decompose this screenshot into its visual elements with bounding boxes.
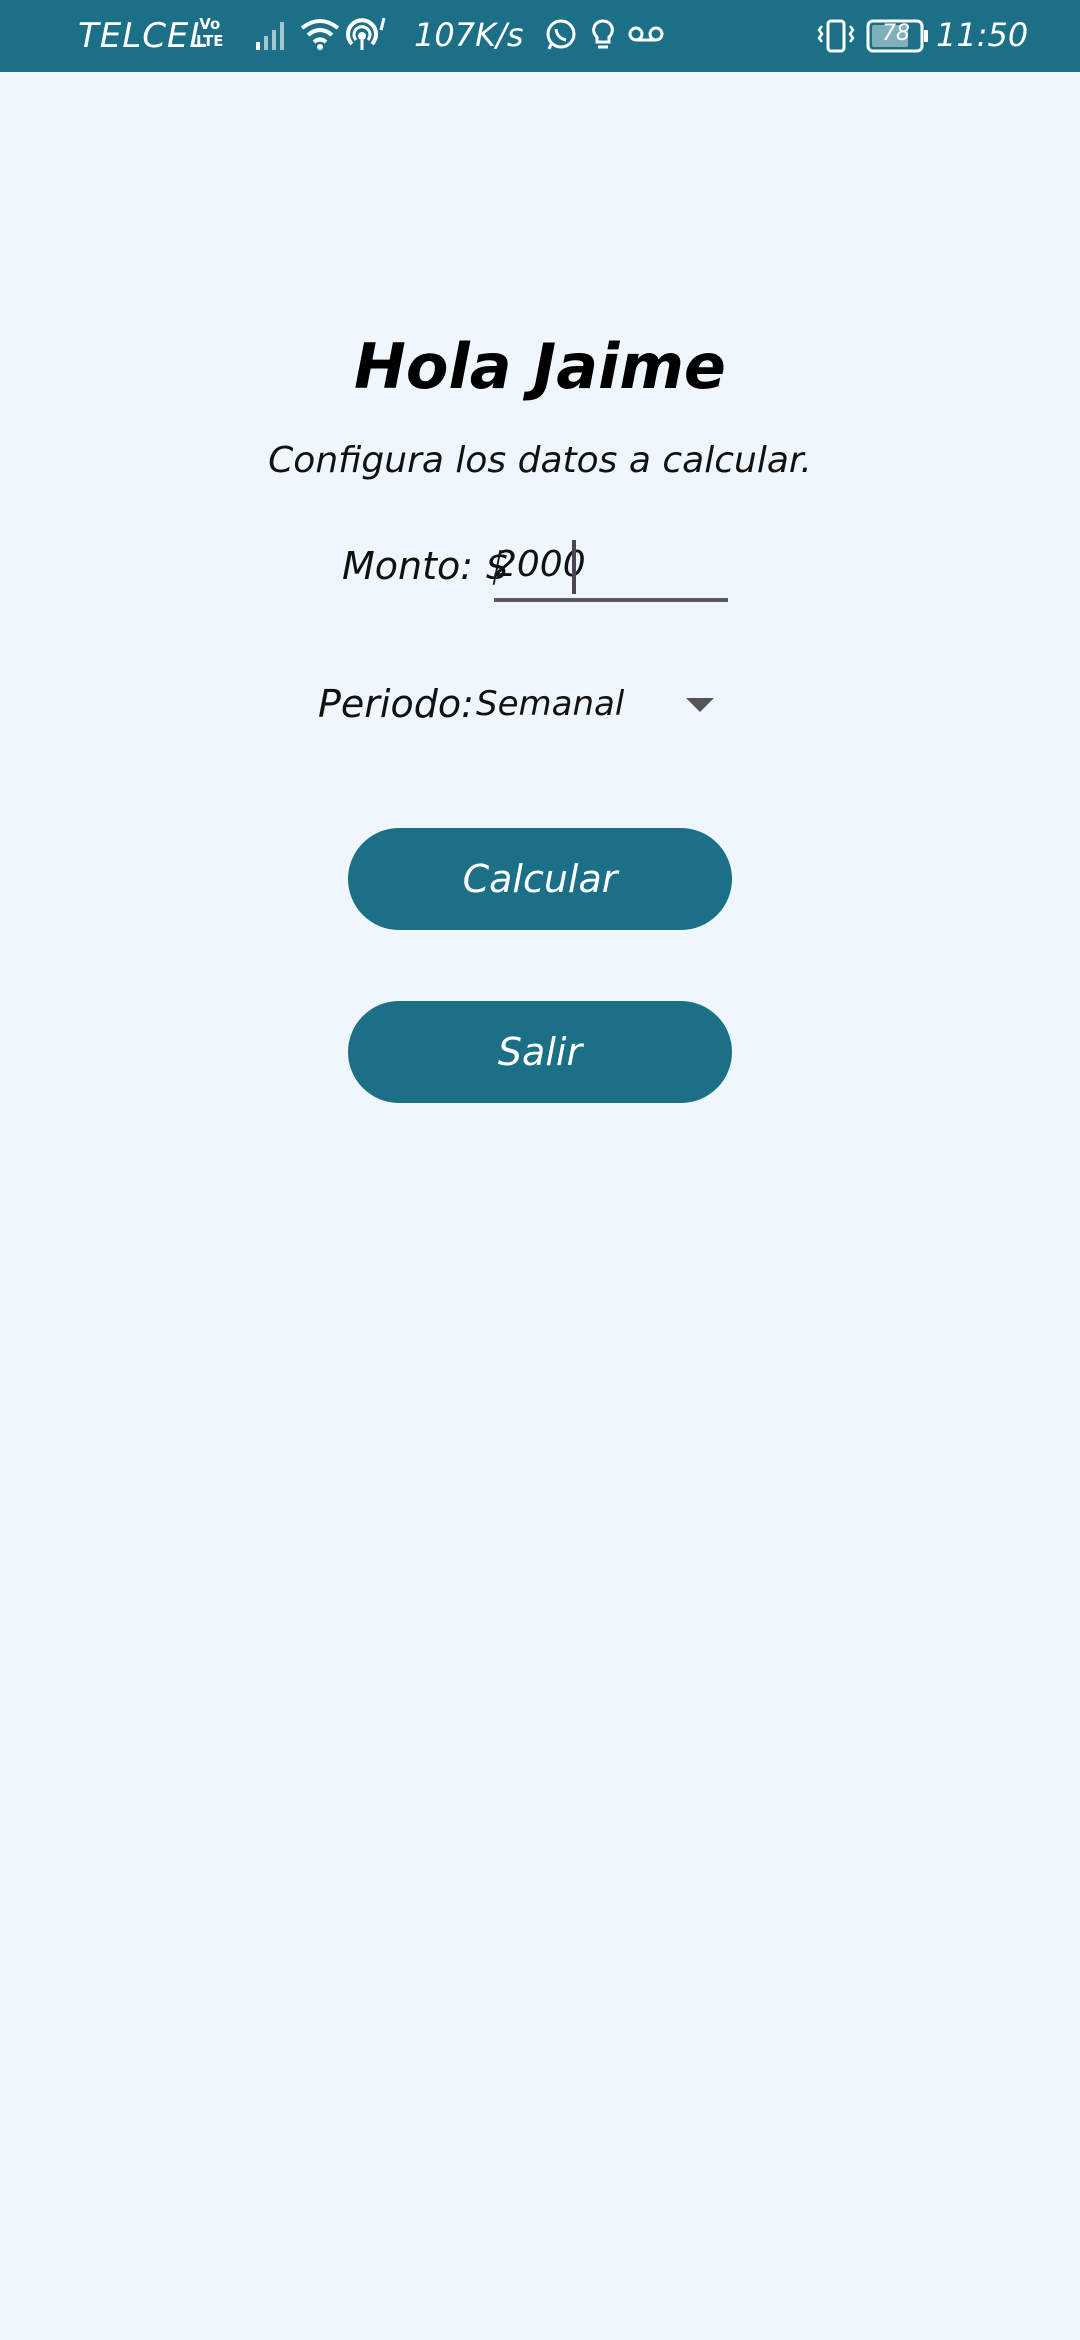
volte-bottom: LTE xyxy=(196,32,224,50)
network-speed: 107K/s xyxy=(414,16,524,54)
battery-level: 78 xyxy=(882,21,910,46)
periodo-selected-value: Semanal xyxy=(476,684,625,724)
wifi-icon xyxy=(300,19,340,50)
status-bar: TELCEL Vo LTE 107K/s 78 11:50 xyxy=(0,0,1080,72)
calculate-button[interactable]: Calcular xyxy=(348,828,732,930)
vibrate-icon xyxy=(817,19,855,53)
volte-indicator: Vo LTE xyxy=(196,16,224,50)
clock: 11:50 xyxy=(936,16,1029,54)
subtitle: Configura los datos a calcular. xyxy=(268,440,812,481)
voicemail-icon xyxy=(628,26,664,42)
carrier-name: TELCEL xyxy=(78,16,210,56)
hotspot-icon xyxy=(346,17,386,50)
volte-top: Vo xyxy=(199,15,221,33)
signal-icon xyxy=(256,22,284,50)
greeting-title: Hola Jaime xyxy=(354,330,726,403)
dropdown-arrow-icon xyxy=(686,698,714,712)
exit-button-label: Salir xyxy=(497,1030,583,1074)
monto-label: Monto: $ xyxy=(342,544,510,588)
text-cursor xyxy=(572,540,576,594)
periodo-label: Periodo: xyxy=(318,682,474,726)
exit-button[interactable]: Salir xyxy=(348,1001,732,1103)
bulb-icon xyxy=(592,19,614,49)
calculate-button-label: Calcular xyxy=(462,857,618,901)
app-screen: TELCEL Vo LTE 107K/s 78 11:50 Hola Jaime… xyxy=(0,0,1080,2340)
periodo-dropdown[interactable]: Semanal xyxy=(466,670,728,742)
whatsapp-icon xyxy=(546,19,576,50)
